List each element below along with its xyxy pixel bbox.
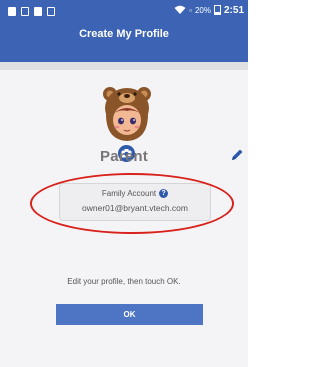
signal-icon: ▫ (189, 5, 192, 15)
app-screen: ▫ 20% 2:51 Create My Profile Parent Fami… (0, 0, 248, 367)
highlight-ellipse (30, 173, 234, 234)
app-header: ▫ 20% 2:51 Create My Profile (0, 0, 248, 62)
pencil-icon[interactable] (230, 148, 244, 162)
profile-name: Parent (100, 148, 148, 165)
status-time: 2:51 (223, 4, 244, 16)
avatar[interactable] (98, 84, 156, 142)
status-icons-left (8, 4, 55, 18)
notification-icon (21, 6, 29, 16)
wifi-icon (174, 5, 186, 14)
notification-icon (8, 6, 16, 16)
battery-icon (213, 5, 221, 15)
ok-button[interactable]: OK (56, 304, 203, 325)
image-icon (34, 6, 42, 16)
message-icon (47, 6, 55, 16)
status-icons-right: ▫ 20% 2:51 (174, 3, 244, 17)
page-title: Create My Profile (79, 28, 169, 40)
battery-percent: 20% (194, 5, 211, 15)
header-divider (0, 62, 248, 70)
instruction-text: Edit your profile, then touch OK. (67, 277, 181, 286)
